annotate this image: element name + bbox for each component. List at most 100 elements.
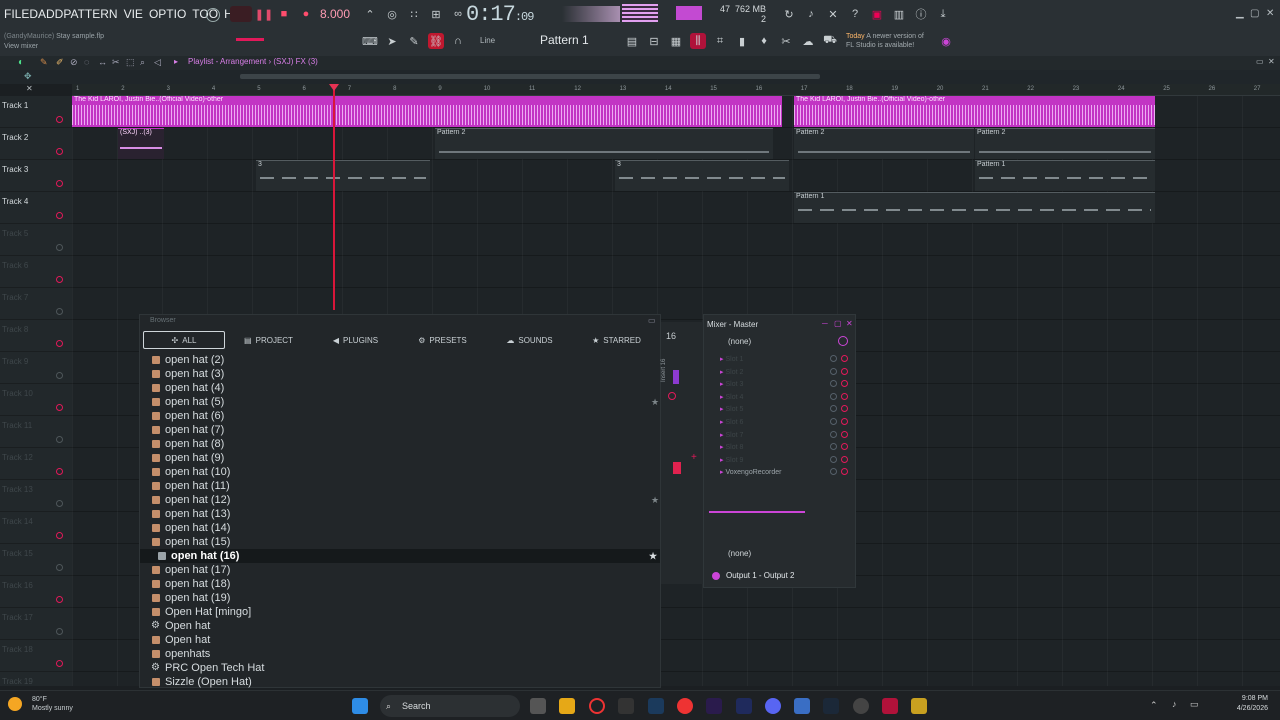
delete-tool-icon[interactable]: ⊘ bbox=[70, 57, 78, 68]
clock-tray[interactable]: 9:08 PM 4/26/2026 bbox=[1210, 694, 1268, 714]
slot-enable-led[interactable] bbox=[841, 430, 848, 438]
playlist-scrollbar-area[interactable]: ✥ ✕ bbox=[0, 70, 1280, 93]
track-mute-led[interactable] bbox=[56, 436, 63, 443]
track-header[interactable]: Track 6 bbox=[0, 256, 72, 288]
browser-item[interactable]: open hat (2) bbox=[140, 353, 660, 367]
fx-slot[interactable]: ▸ Slot 5 bbox=[720, 405, 848, 413]
track-header[interactable]: Track 16 bbox=[0, 576, 72, 608]
tab-starred[interactable]: ★ STARRED bbox=[573, 331, 660, 349]
track-mute-led[interactable] bbox=[56, 276, 63, 283]
slot-enable-led[interactable] bbox=[841, 380, 848, 388]
playhead[interactable] bbox=[333, 84, 335, 310]
star-icon[interactable]: ★ bbox=[651, 495, 659, 506]
track-mute-led[interactable] bbox=[56, 180, 63, 187]
master-pitch-knob[interactable] bbox=[206, 8, 220, 22]
tab-all[interactable]: ✣ ALL bbox=[143, 331, 225, 349]
track-header[interactable]: Track 17 bbox=[0, 608, 72, 640]
browser-item[interactable]: open hat (16) ★ bbox=[140, 549, 660, 563]
pattern-clip[interactable]: Pattern 1 bbox=[794, 192, 1155, 223]
track-header[interactable]: Track 7 bbox=[0, 288, 72, 320]
browser-item[interactable]: open hat (8) bbox=[140, 437, 660, 451]
slot-mix-knob[interactable] bbox=[830, 355, 837, 362]
plugin-picker-icon[interactable]: ▮ bbox=[734, 33, 750, 49]
song-mode-switch[interactable] bbox=[230, 6, 252, 22]
slot-enable-led[interactable] bbox=[841, 405, 848, 413]
send-selector[interactable]: (none) bbox=[728, 549, 751, 558]
tab-presets[interactable]: ⚙ PRESETS bbox=[399, 331, 486, 349]
slot-mix-knob[interactable] bbox=[830, 430, 837, 438]
wait-for-input-icon[interactable]: ◎ bbox=[384, 6, 400, 22]
slot-mix-knob[interactable] bbox=[830, 367, 837, 375]
mixer-maximize-icon[interactable]: ▢ bbox=[834, 319, 842, 328]
steam-icon[interactable] bbox=[823, 698, 839, 714]
slot-enable-led[interactable] bbox=[841, 468, 848, 476]
tab-project[interactable]: ▤ PROJECT bbox=[225, 331, 312, 349]
discord-icon[interactable] bbox=[765, 698, 781, 714]
snap-selector[interactable]: Line bbox=[480, 36, 495, 45]
menu-add[interactable]: ADD bbox=[38, 7, 63, 21]
loop-record-icon[interactable]: ∞ bbox=[450, 6, 466, 22]
fx-slot[interactable]: ▸ Slot 3 bbox=[720, 380, 848, 388]
browser-item[interactable]: Open Hat [mingo] bbox=[140, 605, 660, 619]
track-mute-led[interactable] bbox=[56, 564, 63, 571]
track-header[interactable]: Track 11 bbox=[0, 416, 72, 448]
browser-item[interactable]: ⚙ Open hat bbox=[140, 619, 660, 633]
fx-slot[interactable]: ▸ Slot 2 bbox=[720, 367, 848, 376]
track-mute-led[interactable] bbox=[56, 340, 63, 347]
track-mute-led[interactable] bbox=[56, 372, 63, 379]
after-effects-icon[interactable] bbox=[736, 698, 752, 714]
fx-slot[interactable]: ▸ Slot 8 bbox=[720, 443, 848, 451]
slot-mix-knob[interactable] bbox=[830, 380, 837, 388]
snap-magnet-icon[interactable]: ✥ bbox=[24, 71, 32, 82]
track-mute-led[interactable] bbox=[56, 468, 63, 475]
track-header[interactable]: Track 4 bbox=[0, 192, 72, 224]
channel-rack-icon[interactable]: ⊟ bbox=[646, 33, 662, 49]
track-mute-led[interactable] bbox=[56, 212, 63, 219]
browser-item[interactable]: open hat (17) bbox=[140, 563, 660, 577]
browser-item[interactable]: open hat (11) bbox=[140, 479, 660, 493]
slot-mix-knob[interactable] bbox=[830, 455, 837, 463]
track-mute-led[interactable] bbox=[56, 500, 63, 507]
menu-patterns[interactable]: PATTERN bbox=[63, 7, 117, 21]
track-header[interactable]: Track 13 bbox=[0, 480, 72, 512]
audio-clip[interactable]: The Kid LAROI, Justin Bie..(Official Vid… bbox=[72, 96, 782, 127]
slot-enable-led[interactable] bbox=[841, 355, 848, 362]
browser-item[interactable]: Sizzle (Open Hat) bbox=[140, 675, 660, 689]
browser-item[interactable]: open hat (4) bbox=[140, 381, 660, 395]
tray-chevron-icon[interactable]: ⌃ bbox=[1150, 700, 1158, 711]
menu-file[interactable]: FILE bbox=[4, 7, 29, 21]
input-selector[interactable]: (none) bbox=[728, 337, 751, 346]
browser-item[interactable]: Open hat bbox=[140, 633, 660, 647]
maximize-icon[interactable]: ▢ bbox=[1250, 8, 1259, 19]
playlist-menu-icon[interactable]: ◐ bbox=[18, 57, 24, 68]
browser-item[interactable]: open hat (3) bbox=[140, 367, 660, 381]
slot-enable-led[interactable] bbox=[841, 455, 848, 463]
mixer-insert-strip[interactable]: 16 Insert 16 + bbox=[661, 322, 703, 584]
slice-tool-icon[interactable]: ✂ bbox=[112, 57, 120, 68]
slot-enable-led[interactable] bbox=[841, 367, 848, 375]
obs-icon[interactable] bbox=[853, 698, 869, 714]
browser-item[interactable]: open hat (6) bbox=[140, 409, 660, 423]
pattern-clip[interactable]: 3 bbox=[256, 160, 430, 191]
browser-item[interactable]: open hat (9) bbox=[140, 451, 660, 465]
mute-tool-icon[interactable]: ◌ bbox=[84, 57, 89, 67]
record-icon[interactable]: ● bbox=[298, 6, 314, 22]
search-box[interactable]: ⌕ Search bbox=[380, 695, 520, 717]
track-header[interactable]: Track 3 bbox=[0, 160, 72, 192]
tab-sounds[interactable]: ☁ SOUNDS bbox=[486, 331, 573, 349]
slot-mix-knob[interactable] bbox=[830, 405, 837, 413]
mixer-icon[interactable]: ⫼ bbox=[690, 33, 706, 49]
master-send-level[interactable] bbox=[709, 511, 805, 513]
microphone-icon[interactable]: ♪ bbox=[803, 6, 819, 22]
zoom-tool-icon[interactable]: ⌕ bbox=[140, 57, 145, 68]
metronome-icon[interactable]: ⌃ bbox=[362, 6, 378, 22]
countdown-icon[interactable]: ∷ bbox=[406, 6, 422, 22]
track-header[interactable]: Track 18 bbox=[0, 640, 72, 672]
chrome-icon[interactable] bbox=[677, 698, 693, 714]
track-header[interactable]: Track 9 bbox=[0, 352, 72, 384]
tempo-display[interactable]: 8.000 bbox=[320, 7, 350, 21]
edge-icon[interactable] bbox=[794, 698, 810, 714]
horizontal-scrollbar-thumb[interactable] bbox=[240, 74, 820, 79]
playback-tool-icon[interactable]: ◁ bbox=[154, 57, 161, 68]
track-mute-led[interactable] bbox=[56, 116, 63, 123]
